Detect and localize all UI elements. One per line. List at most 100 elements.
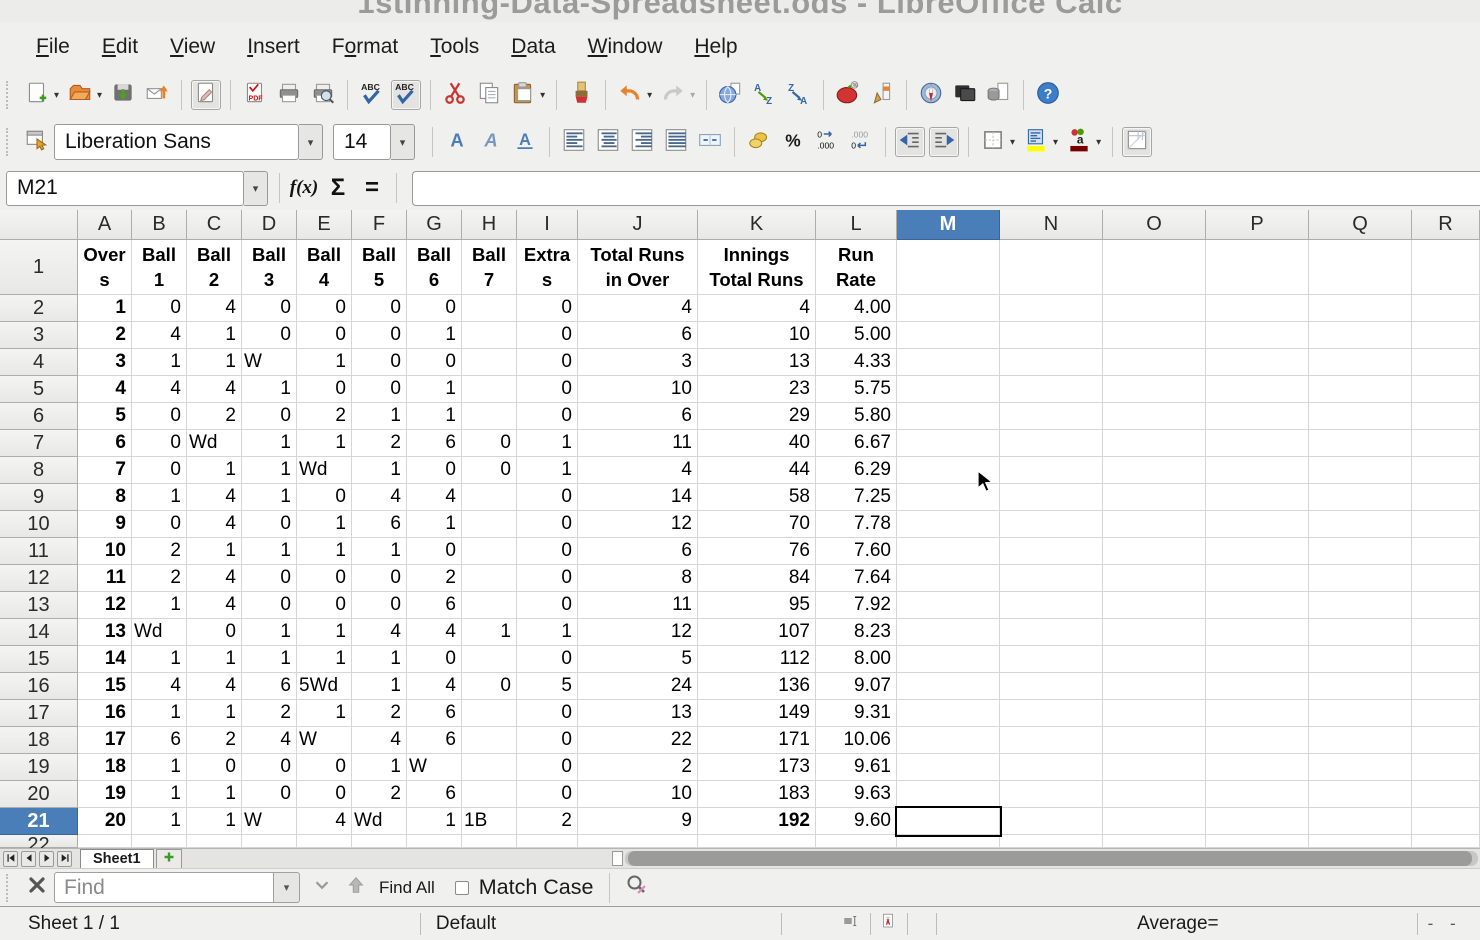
data-sources-button[interactable] — [984, 80, 1014, 110]
undo-button[interactable] — [615, 80, 645, 110]
row-header-21[interactable]: 21 — [0, 808, 78, 835]
cell-F8[interactable]: 1 — [352, 457, 407, 484]
cell-O3[interactable] — [1103, 322, 1206, 349]
auto-spellcheck-button[interactable]: ABC — [391, 80, 421, 110]
cell-F15[interactable]: 1 — [352, 646, 407, 673]
cell[interactable] — [297, 835, 352, 848]
cell-L14[interactable]: 8.23 — [816, 619, 897, 646]
increase-indent-button[interactable] — [929, 127, 959, 157]
cell-H18[interactable] — [462, 727, 517, 754]
cell-Q10[interactable] — [1309, 511, 1412, 538]
cell-H6[interactable] — [462, 403, 517, 430]
cell-N19[interactable] — [1000, 754, 1103, 781]
cell-O7[interactable] — [1103, 430, 1206, 457]
cell-N5[interactable] — [1000, 376, 1103, 403]
cell-M17[interactable] — [897, 700, 1000, 727]
zoom-slider-fragment[interactable]: - - — [1428, 914, 1462, 934]
cell-L10[interactable]: 7.78 — [816, 511, 897, 538]
cell-P11[interactable] — [1206, 538, 1309, 565]
row-header-9[interactable]: 9 — [0, 484, 78, 511]
cell-L5[interactable]: 5.75 — [816, 376, 897, 403]
cell-I19[interactable]: 0 — [517, 754, 578, 781]
cell-N7[interactable] — [1000, 430, 1103, 457]
column-header-B[interactable]: B — [132, 210, 187, 240]
paste-button[interactable] — [508, 80, 538, 110]
cell-M5[interactable] — [897, 376, 1000, 403]
cell-J12[interactable]: 8 — [578, 565, 698, 592]
cell-B2[interactable]: 0 — [132, 295, 187, 322]
column-header-L[interactable]: L — [816, 210, 897, 240]
cell-C12[interactable]: 4 — [187, 565, 242, 592]
cell[interactable] — [1103, 240, 1206, 295]
cell-E17[interactable]: 1 — [297, 700, 352, 727]
cell-O19[interactable] — [1103, 754, 1206, 781]
column-header-I[interactable]: I — [517, 210, 578, 240]
find-and-replace-button[interactable] — [623, 874, 651, 902]
cell-C1[interactable]: Ball 2 — [187, 240, 242, 295]
row-header-2[interactable]: 2 — [0, 295, 78, 322]
cell-L6[interactable]: 5.80 — [816, 403, 897, 430]
align-justify-button[interactable] — [661, 127, 691, 157]
column-header-P[interactable]: P — [1206, 210, 1309, 240]
cell-L20[interactable]: 9.63 — [816, 781, 897, 808]
cell-R3[interactable] — [1412, 322, 1480, 349]
cell-K11[interactable]: 76 — [698, 538, 816, 565]
cell-P3[interactable] — [1206, 322, 1309, 349]
cell-I2[interactable]: 0 — [517, 295, 578, 322]
scrollbar-split-handle[interactable] — [612, 851, 623, 866]
row-header-4[interactable]: 4 — [0, 349, 78, 376]
cell-O9[interactable] — [1103, 484, 1206, 511]
cell-K10[interactable]: 70 — [698, 511, 816, 538]
cell-C16[interactable]: 4 — [187, 673, 242, 700]
column-header-O[interactable]: O — [1103, 210, 1206, 240]
cell-I20[interactable]: 0 — [517, 781, 578, 808]
cell-N11[interactable] — [1000, 538, 1103, 565]
font-size-dropdown[interactable]: ▾ — [391, 124, 415, 160]
cell-N4[interactable] — [1000, 349, 1103, 376]
cell-A15[interactable]: 14 — [78, 646, 132, 673]
cell-I17[interactable]: 0 — [517, 700, 578, 727]
cell-M15[interactable] — [897, 646, 1000, 673]
cell-I6[interactable]: 0 — [517, 403, 578, 430]
cell-D20[interactable]: 0 — [242, 781, 297, 808]
cell-J3[interactable]: 6 — [578, 322, 698, 349]
cell-B19[interactable]: 1 — [132, 754, 187, 781]
cell-K16[interactable]: 136 — [698, 673, 816, 700]
cell-P7[interactable] — [1206, 430, 1309, 457]
cell-K12[interactable]: 84 — [698, 565, 816, 592]
cell-K7[interactable]: 40 — [698, 430, 816, 457]
cell-P16[interactable] — [1206, 673, 1309, 700]
cell-A12[interactable]: 11 — [78, 565, 132, 592]
email-button[interactable] — [142, 80, 172, 110]
currency-button[interactable] — [744, 127, 774, 157]
row-header-20[interactable]: 20 — [0, 781, 78, 808]
cell-E13[interactable]: 0 — [297, 592, 352, 619]
cell-I16[interactable]: 5 — [517, 673, 578, 700]
cell-D12[interactable]: 0 — [242, 565, 297, 592]
cell-G5[interactable]: 1 — [407, 376, 462, 403]
cell-J17[interactable]: 13 — [578, 700, 698, 727]
row-header-5[interactable]: 5 — [0, 376, 78, 403]
row-header-14[interactable]: 14 — [0, 619, 78, 646]
cell-R5[interactable] — [1412, 376, 1480, 403]
cell-H9[interactable] — [462, 484, 517, 511]
open-button[interactable] — [65, 80, 95, 110]
cell-D2[interactable]: 0 — [242, 295, 297, 322]
cell-N10[interactable] — [1000, 511, 1103, 538]
cell-E5[interactable]: 0 — [297, 376, 352, 403]
cell-I8[interactable]: 1 — [517, 457, 578, 484]
cell-F6[interactable]: 1 — [352, 403, 407, 430]
cell-E21[interactable]: 4 — [297, 808, 352, 835]
cell-E7[interactable]: 1 — [297, 430, 352, 457]
clone-formatting-button[interactable] — [566, 80, 596, 110]
add-decimal-button[interactable]: 0.000 — [812, 127, 842, 157]
page-style-label[interactable]: Default — [436, 913, 496, 935]
cell-H10[interactable] — [462, 511, 517, 538]
cell-P19[interactable] — [1206, 754, 1309, 781]
row-header-18[interactable]: 18 — [0, 727, 78, 754]
cell-L21[interactable]: 9.60 — [816, 808, 897, 835]
toolbar-grip[interactable] — [6, 128, 12, 156]
previous-sheet-button[interactable] — [21, 851, 36, 867]
cell-O18[interactable] — [1103, 727, 1206, 754]
cell-K13[interactable]: 95 — [698, 592, 816, 619]
